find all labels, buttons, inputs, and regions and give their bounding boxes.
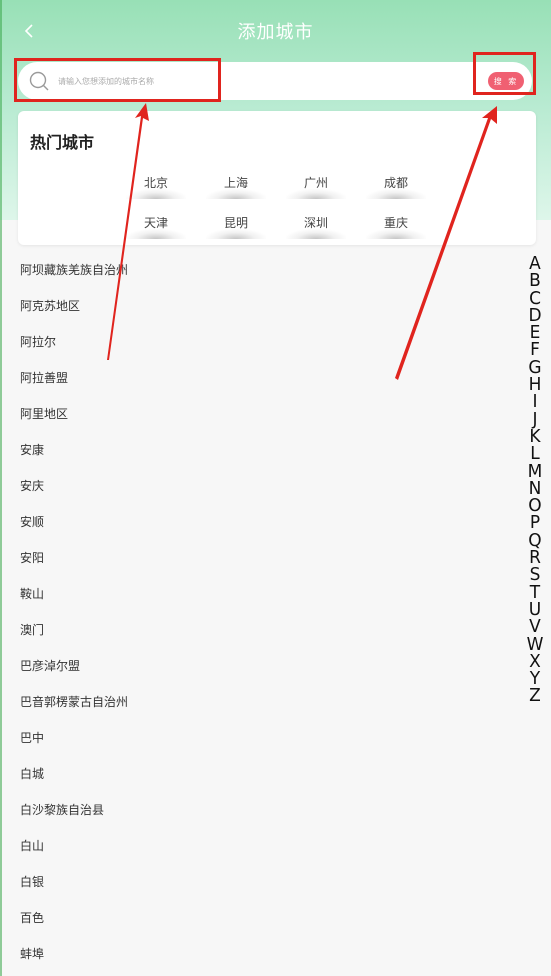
left-edge-line [0, 0, 2, 976]
hot-city-label: 上海 [223, 176, 248, 190]
hot-city-label: 北京 [143, 176, 168, 190]
hot-city-cloud-decor [286, 229, 346, 239]
hot-city-shanghai[interactable]: 上海 [206, 171, 266, 199]
hot-city-label: 昆明 [223, 216, 248, 230]
city-list-item[interactable]: 白银 [20, 864, 500, 900]
alphabet-index: A B C D E F G H I J K L M N O P Q R S T … [523, 255, 547, 706]
hot-cities-card: 热门城市 北京 上海 广州 成都 天津 昆明 深圳 重庆 [18, 111, 536, 245]
hot-city-cloud-decor [366, 189, 426, 199]
city-list-item[interactable]: 阿克苏地区 [20, 288, 500, 324]
search-bar: 搜 索 [18, 62, 532, 100]
city-list-item[interactable]: 白城 [20, 756, 500, 792]
city-list-item[interactable]: 安顺 [20, 504, 500, 540]
search-button[interactable]: 搜 索 [488, 72, 524, 90]
hot-city-cloud-decor [206, 229, 266, 239]
city-list-item[interactable]: 蚌埠 [20, 936, 500, 972]
city-list: 阿坝藏族羌族自治州 阿克苏地区 阿拉尔 阿拉善盟 阿里地区 安康 安庆 安顺 安… [20, 252, 500, 972]
hot-city-tianjin[interactable]: 天津 [126, 211, 186, 239]
hot-city-label: 深圳 [303, 216, 328, 230]
hot-city-cloud-decor [366, 229, 426, 239]
city-list-item[interactable]: 百色 [20, 900, 500, 936]
city-list-item[interactable]: 阿坝藏族羌族自治州 [20, 252, 500, 288]
hot-city-chengdu[interactable]: 成都 [366, 171, 426, 199]
hot-city-label: 天津 [143, 216, 168, 230]
city-list-item[interactable]: 鞍山 [20, 576, 500, 612]
city-list-item[interactable]: 阿里地区 [20, 396, 500, 432]
hot-city-cloud-decor [126, 229, 186, 239]
alphabet-letter-z[interactable]: Z [523, 687, 547, 706]
hot-city-label: 广州 [303, 176, 328, 190]
hot-city-label: 成都 [383, 176, 408, 190]
city-list-item[interactable]: 澳门 [20, 612, 500, 648]
hot-city-chongqing[interactable]: 重庆 [366, 211, 426, 239]
city-list-item[interactable]: 巴音郭楞蒙古自治州 [20, 684, 500, 720]
hot-cities-title: 热门城市 [30, 133, 95, 152]
city-list-item[interactable]: 安康 [20, 432, 500, 468]
hot-city-guangzhou[interactable]: 广州 [286, 171, 346, 199]
hot-city-beijing[interactable]: 北京 [126, 171, 186, 199]
city-list-item[interactable]: 白山 [20, 828, 500, 864]
city-list-item[interactable]: 巴彦淖尔盟 [20, 648, 500, 684]
city-list-item[interactable]: 白沙黎族自治县 [20, 792, 500, 828]
city-list-item[interactable]: 阿拉尔 [20, 324, 500, 360]
city-list-item[interactable]: 安阳 [20, 540, 500, 576]
hot-city-cloud-decor [126, 189, 186, 199]
hot-city-cloud-decor [286, 189, 346, 199]
city-list-item[interactable]: 阿拉善盟 [20, 360, 500, 396]
hot-city-shenzhen[interactable]: 深圳 [286, 211, 346, 239]
hot-city-label: 重庆 [383, 216, 408, 230]
city-list-item[interactable]: 安庆 [20, 468, 500, 504]
hot-city-cloud-decor [206, 189, 266, 199]
page-title: 添加城市 [237, 22, 314, 43]
hot-city-kunming[interactable]: 昆明 [206, 211, 266, 239]
city-list-item[interactable]: 巴中 [20, 720, 500, 756]
search-input[interactable] [58, 71, 438, 91]
search-icon [29, 71, 49, 91]
